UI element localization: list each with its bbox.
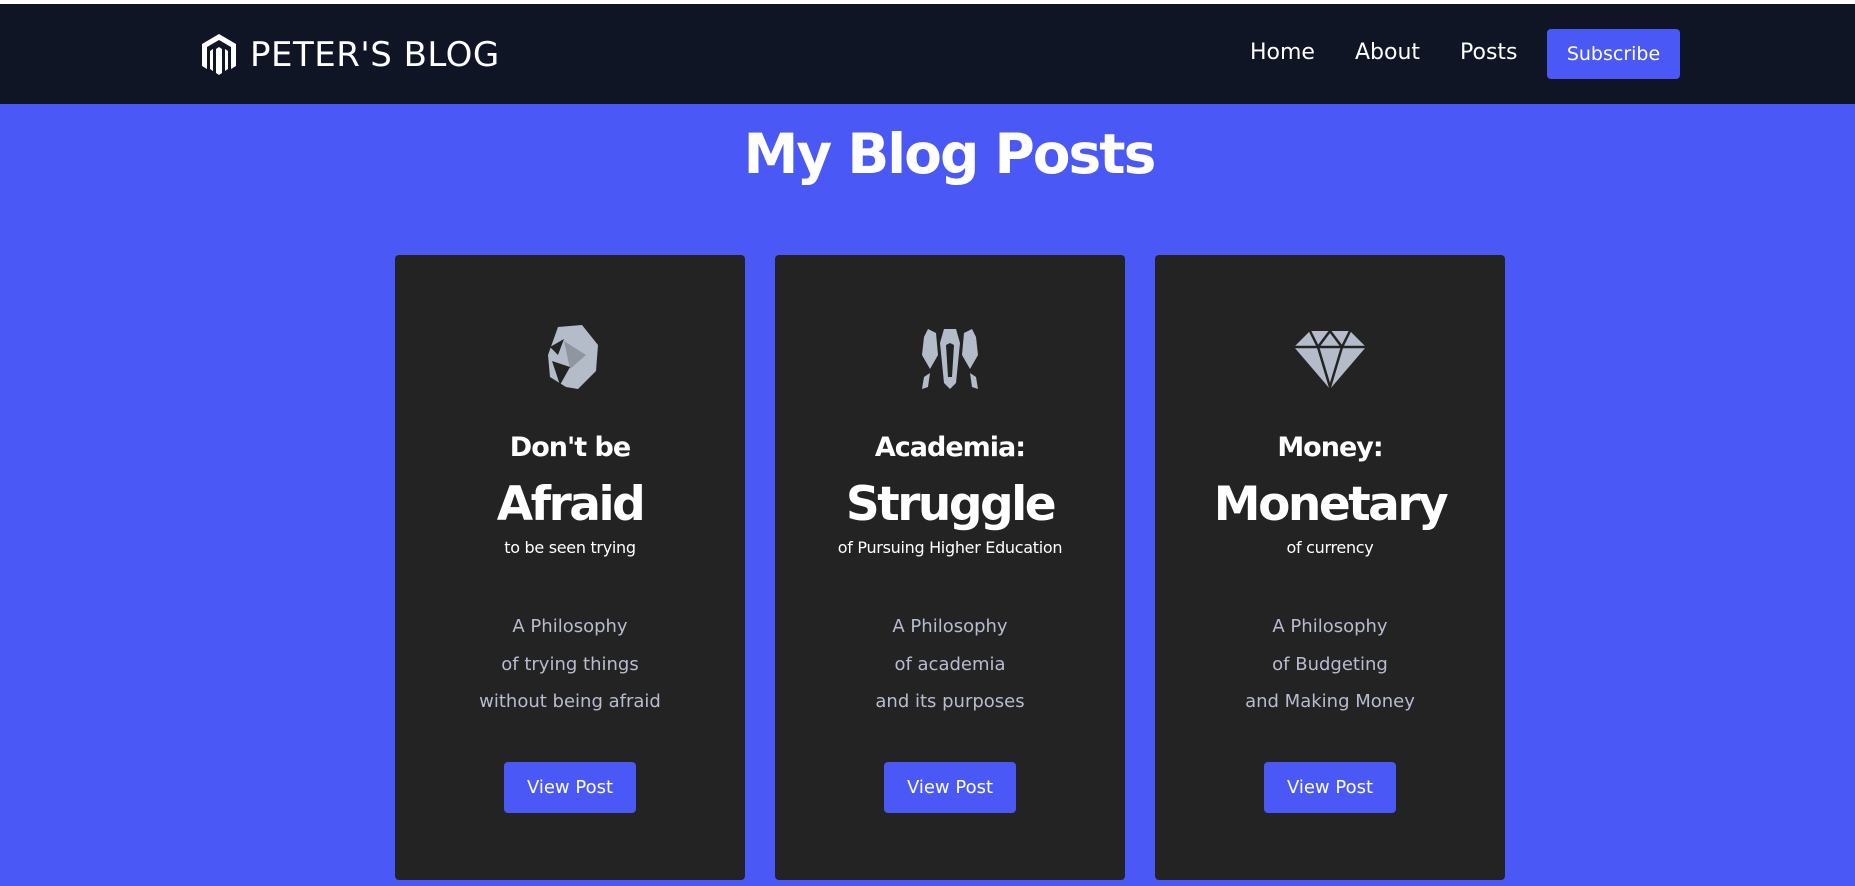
post-card-struggle: Academia: Struggle of Pursuing Higher Ed… bbox=[775, 255, 1125, 880]
magento-logo-icon bbox=[202, 34, 236, 75]
card-headline: Monetary bbox=[1213, 477, 1449, 532]
description-line: of trying things bbox=[501, 653, 639, 675]
subscribe-button[interactable]: Subscribe bbox=[1547, 29, 1680, 79]
card-headline: Struggle bbox=[845, 477, 1057, 532]
page: PETER'S BLOG Home About Posts Subscribe … bbox=[0, 0, 1855, 886]
description-line: and its purposes bbox=[875, 691, 1025, 712]
nav-link-posts[interactable]: Posts bbox=[1460, 40, 1518, 65]
card-description: A Philosophy of academia and its purpose… bbox=[775, 608, 1125, 721]
crystals-icon bbox=[910, 315, 990, 395]
description-line: A Philosophy bbox=[1272, 616, 1388, 637]
post-card-afraid: Don't be Afraid to be seen trying A Phil… bbox=[395, 255, 745, 880]
card-kicker: Academia: bbox=[874, 432, 1026, 463]
navbar: PETER'S BLOG Home About Posts Subscribe bbox=[0, 4, 1855, 104]
diamond-icon bbox=[1290, 315, 1370, 395]
view-post-button[interactable]: View Post bbox=[884, 762, 1016, 813]
description-line: A Philosophy bbox=[512, 616, 628, 637]
page-title: My Blog Posts bbox=[743, 122, 1157, 186]
post-card-monetary: Money: Monetary of currency A Philosophy… bbox=[1155, 255, 1505, 880]
card-kicker: Money: bbox=[1277, 432, 1383, 463]
brand[interactable]: PETER'S BLOG bbox=[200, 32, 500, 78]
description-line: A Philosophy bbox=[892, 616, 1008, 637]
nav-link-home[interactable]: Home bbox=[1250, 40, 1315, 65]
card-subtitle: to be seen trying bbox=[504, 538, 636, 557]
description-line: of Budgeting bbox=[1272, 653, 1388, 675]
card-headline: Afraid bbox=[496, 477, 646, 532]
card-subtitle: of Pursuing Higher Education bbox=[837, 538, 1063, 557]
description-line: and Making Money bbox=[1245, 691, 1415, 712]
card-kicker: Don't be bbox=[509, 432, 631, 463]
card-description: A Philosophy of trying things without be… bbox=[395, 608, 745, 721]
nav-links: Home About Posts bbox=[1250, 40, 1558, 65]
description-line: without being afraid bbox=[479, 691, 661, 712]
brand-title: PETER'S BLOG bbox=[250, 35, 500, 75]
nav-link-about[interactable]: About bbox=[1355, 40, 1420, 65]
description-line: of academia bbox=[894, 653, 1006, 675]
card-subtitle: of currency bbox=[1286, 538, 1374, 557]
view-post-button[interactable]: View Post bbox=[504, 762, 636, 813]
card-description: A Philosophy of Budgeting and Making Mon… bbox=[1155, 608, 1505, 721]
view-post-button[interactable]: View Post bbox=[1264, 762, 1396, 813]
rock-icon bbox=[530, 315, 610, 395]
